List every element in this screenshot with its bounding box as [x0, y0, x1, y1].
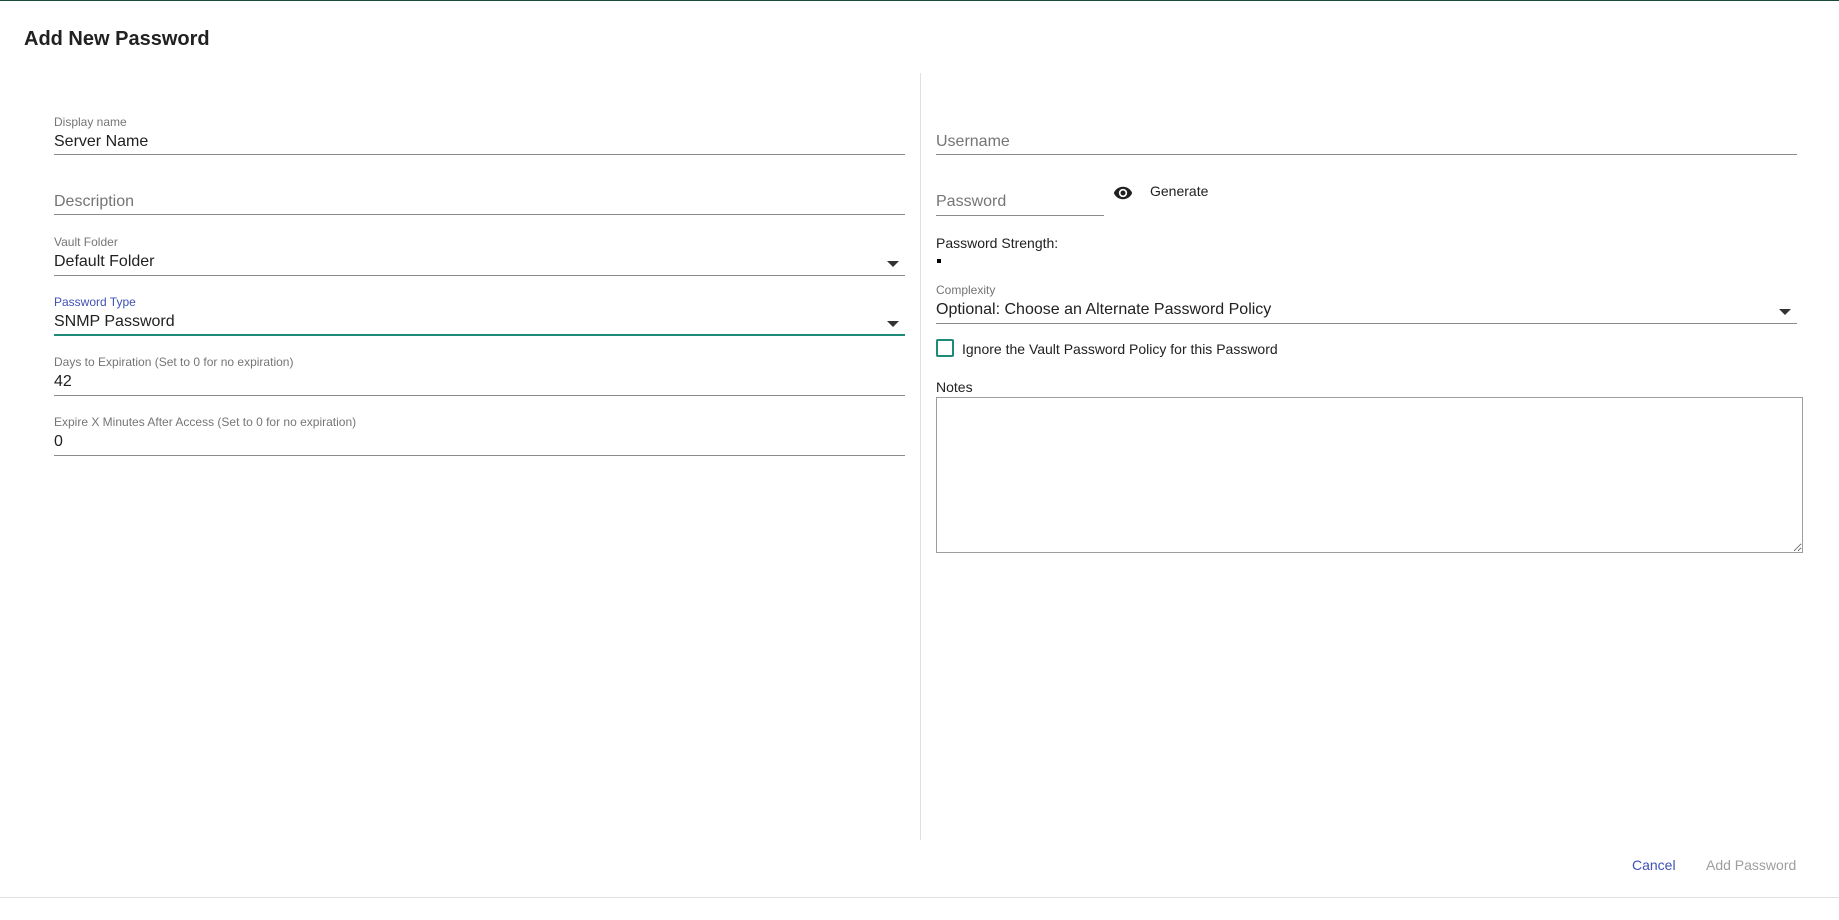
- expire-minutes-underline: [54, 455, 905, 456]
- complexity-label: Complexity: [936, 283, 996, 297]
- password-type-underline: [54, 334, 905, 336]
- password-placeholder: Password: [936, 193, 1007, 210]
- complexity-select[interactable]: Complexity Optional: Choose an Alternate…: [936, 283, 1797, 324]
- ignore-policy-checkbox[interactable]: [936, 339, 954, 357]
- password-type-value: SNMP Password: [54, 313, 175, 330]
- complexity-value: Optional: Choose an Alternate Password P…: [936, 301, 1272, 318]
- days-to-expiration-value: 42: [54, 373, 72, 390]
- days-to-expiration-label: Days to Expiration (Set to 0 for no expi…: [54, 355, 294, 369]
- bottom-divider: [0, 897, 1839, 898]
- expire-minutes-label: Expire X Minutes After Access (Set to 0 …: [54, 415, 357, 429]
- password-type-label: Password Type: [54, 295, 136, 309]
- vault-folder-select[interactable]: Vault Folder Default Folder: [54, 235, 905, 276]
- display-name-value: Server Name: [54, 133, 149, 150]
- description-field[interactable]: Description: [54, 175, 905, 215]
- days-to-expiration-field[interactable]: Days to Expiration (Set to 0 for no expi…: [54, 355, 905, 396]
- caret-down-icon: [887, 261, 899, 267]
- caret-down-icon: [887, 321, 899, 327]
- add-password-button[interactable]: Add Password: [1706, 857, 1796, 873]
- complexity-underline: [936, 323, 1797, 324]
- generate-button[interactable]: Generate: [1150, 183, 1208, 199]
- username-placeholder: Username: [936, 133, 1010, 150]
- password-strength-bar: [937, 259, 941, 263]
- add-password-dialog: Add New Password Display name Server Nam…: [0, 0, 1839, 920]
- column-divider: [920, 73, 921, 840]
- display-name-label: Display name: [54, 115, 127, 129]
- description-underline: [54, 214, 905, 215]
- vault-folder-value: Default Folder: [54, 253, 155, 270]
- expire-minutes-field[interactable]: Expire X Minutes After Access (Set to 0 …: [54, 415, 905, 456]
- password-underline: [936, 215, 1104, 216]
- username-underline: [936, 154, 1797, 155]
- cancel-button[interactable]: Cancel: [1632, 857, 1676, 873]
- notes-textarea[interactable]: [936, 397, 1803, 553]
- vault-folder-underline: [54, 275, 905, 276]
- caret-down-icon: [1779, 309, 1791, 315]
- expire-minutes-value: 0: [54, 433, 63, 450]
- vault-folder-label: Vault Folder: [54, 235, 118, 249]
- days-to-expiration-underline: [54, 395, 905, 396]
- password-strength-label: Password Strength:: [936, 235, 1059, 251]
- ignore-policy-label[interactable]: Ignore the Vault Password Policy for thi…: [962, 341, 1278, 357]
- eye-icon[interactable]: [1110, 183, 1136, 203]
- username-field[interactable]: Username: [936, 115, 1797, 155]
- password-type-select[interactable]: Password Type SNMP Password: [54, 295, 905, 337]
- dialog-title: Add New Password: [24, 28, 210, 50]
- description-placeholder: Description: [54, 193, 135, 210]
- display-name-field[interactable]: Display name Server Name: [54, 115, 905, 155]
- notes-label: Notes: [936, 379, 973, 395]
- password-field[interactable]: Password: [936, 175, 1104, 216]
- display-name-underline: [54, 154, 905, 155]
